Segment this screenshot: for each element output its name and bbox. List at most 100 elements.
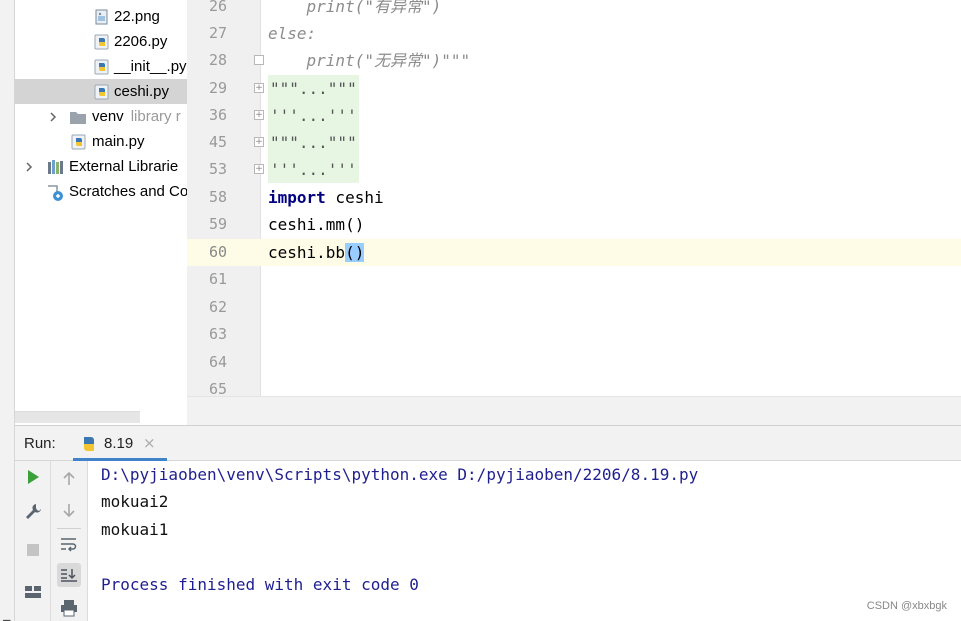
rerun-button[interactable] <box>21 465 45 489</box>
run-tab-label: 8.19 <box>104 435 134 452</box>
tree-item-label: Scratches and Co <box>69 183 187 200</box>
code-line: 64 <box>187 349 961 376</box>
tree-item-label: venv <box>92 108 124 125</box>
code-text: ceshi.mm() <box>268 215 365 234</box>
run-tab[interactable]: 8.19 × <box>73 428 167 461</box>
tree-item-2206-py[interactable]: 2206.py <box>15 29 187 54</box>
editor-bottom-bar <box>187 396 961 425</box>
line-number: 63 <box>208 325 227 343</box>
chevron-right-icon[interactable] <box>23 161 35 173</box>
tree-item-scratches[interactable]: Scratches and Co <box>15 179 187 204</box>
arrow-up-icon <box>63 471 75 485</box>
tree-item-init-py[interactable]: __init__.py <box>15 54 187 79</box>
printer-icon <box>61 600 77 617</box>
fold-expand-icon[interactable]: + <box>254 83 264 93</box>
code-line: 63 <box>187 321 961 348</box>
fold-end-icon[interactable] <box>254 55 264 65</box>
play-icon <box>28 470 39 484</box>
python-file-icon <box>94 34 110 50</box>
folder-icon <box>69 109 86 125</box>
fold-expand-icon[interactable]: + <box>254 110 264 120</box>
folded-region[interactable]: '''...''' <box>268 156 359 183</box>
run-toolbar-secondary <box>51 461 88 621</box>
scroll-to-end-button[interactable] <box>57 563 81 587</box>
edit-configuration-button[interactable] <box>21 499 45 523</box>
console-line-output: mokuai1 <box>101 520 169 539</box>
code-text: print("无异常")""" <box>268 51 471 70</box>
line-number: 58 <box>208 188 227 206</box>
tree-item-venv[interactable]: venv library r <box>15 104 187 129</box>
tree-item-label: ceshi.py <box>114 83 170 100</box>
code-line: 28 print("无异常")""" <box>187 47 961 74</box>
stop-button[interactable] <box>21 538 45 562</box>
libraries-icon <box>47 159 63 175</box>
code-call: ceshi.bb <box>268 243 346 262</box>
code-line: 61 <box>187 266 961 293</box>
code-line: 62 <box>187 294 961 321</box>
tree-item-ceshi-py[interactable]: ceshi.py <box>15 79 187 104</box>
keyword-import: import <box>268 188 326 207</box>
close-icon[interactable]: × <box>143 434 156 452</box>
line-number: 59 <box>208 215 227 233</box>
run-panel-header: Run: 8.19 × <box>15 425 961 461</box>
scroll-down-button[interactable] <box>57 498 81 522</box>
soft-wrap-button[interactable] <box>57 532 81 556</box>
tree-item-label: __init__.py <box>114 58 187 75</box>
current-code-line: 60 ceshi.bb() <box>187 239 961 266</box>
tree-item-main-py[interactable]: main.py <box>15 129 187 154</box>
line-number: 65 <box>208 380 227 396</box>
arrow-down-icon <box>63 504 75 518</box>
watermark: CSDN @xbxbgk <box>866 600 947 612</box>
code-line: 58 import ceshi <box>187 184 961 211</box>
code-line: 59 ceshi.mm() <box>187 211 961 238</box>
code-text: ceshi.bb() <box>268 239 365 266</box>
stop-icon <box>27 544 39 556</box>
code-line: 29 + """...""" <box>187 75 961 102</box>
line-number: 62 <box>208 298 227 316</box>
scroll-up-button[interactable] <box>57 467 81 491</box>
line-number: 60 <box>208 243 227 261</box>
tree-item-label: 2206.py <box>114 33 168 50</box>
line-number: 29 <box>208 79 227 97</box>
scroll-to-end-icon <box>61 569 77 582</box>
folded-region[interactable]: '''...''' <box>268 102 359 129</box>
line-number: 45 <box>208 133 227 151</box>
image-file-icon <box>94 9 110 25</box>
project-tree: 22.png 2206.py __init__.py ceshi.py venv… <box>15 0 187 425</box>
console-line-output: mokuai2 <box>101 492 169 511</box>
console-line-command: D:\pyjiaoben\venv\Scripts\python.exe D:/… <box>101 465 699 484</box>
tree-item-external-libraries[interactable]: External Librarie <box>15 154 187 179</box>
code-line: 45 + """...""" <box>187 129 961 156</box>
console-line-exit-status: Process finished with exit code 0 <box>101 575 419 594</box>
line-number: 53 <box>208 160 227 178</box>
code-text: print("有异常") <box>268 0 442 16</box>
fold-expand-icon[interactable]: + <box>254 164 264 174</box>
code-line: 36 + '''...''' <box>187 102 961 129</box>
tree-item-label: External Librarie <box>69 158 179 175</box>
print-button[interactable] <box>57 596 81 620</box>
code-line: 27 else: <box>187 20 961 47</box>
side-tool-strip: ks <box>0 0 15 621</box>
tree-item-22-png[interactable]: 22.png <box>15 4 187 29</box>
layout-button[interactable] <box>21 580 45 604</box>
fold-expand-icon[interactable]: + <box>254 137 264 147</box>
folded-region[interactable]: """...""" <box>268 129 359 156</box>
soft-wrap-icon <box>61 538 77 552</box>
tree-horizontal-scrollbar[interactable] <box>15 411 140 423</box>
line-number: 61 <box>208 270 227 288</box>
python-file-icon <box>71 134 87 150</box>
line-number: 27 <box>208 24 227 42</box>
run-console[interactable]: D:\pyjiaoben\venv\Scripts\python.exe D:/… <box>88 461 961 621</box>
run-toolbar-primary <box>15 461 51 621</box>
wrench-icon <box>26 504 41 519</box>
tree-item-label: 22.png <box>114 8 160 25</box>
scratches-icon <box>47 184 63 201</box>
python-file-icon <box>94 59 110 75</box>
toolbar-separator <box>57 528 81 529</box>
import-target: ceshi <box>325 188 384 207</box>
line-number: 36 <box>208 106 227 124</box>
python-file-icon <box>94 84 110 100</box>
chevron-right-icon[interactable] <box>47 111 59 123</box>
folded-region[interactable]: """...""" <box>268 75 359 102</box>
code-line: 26 print("有异常") <box>187 0 961 20</box>
